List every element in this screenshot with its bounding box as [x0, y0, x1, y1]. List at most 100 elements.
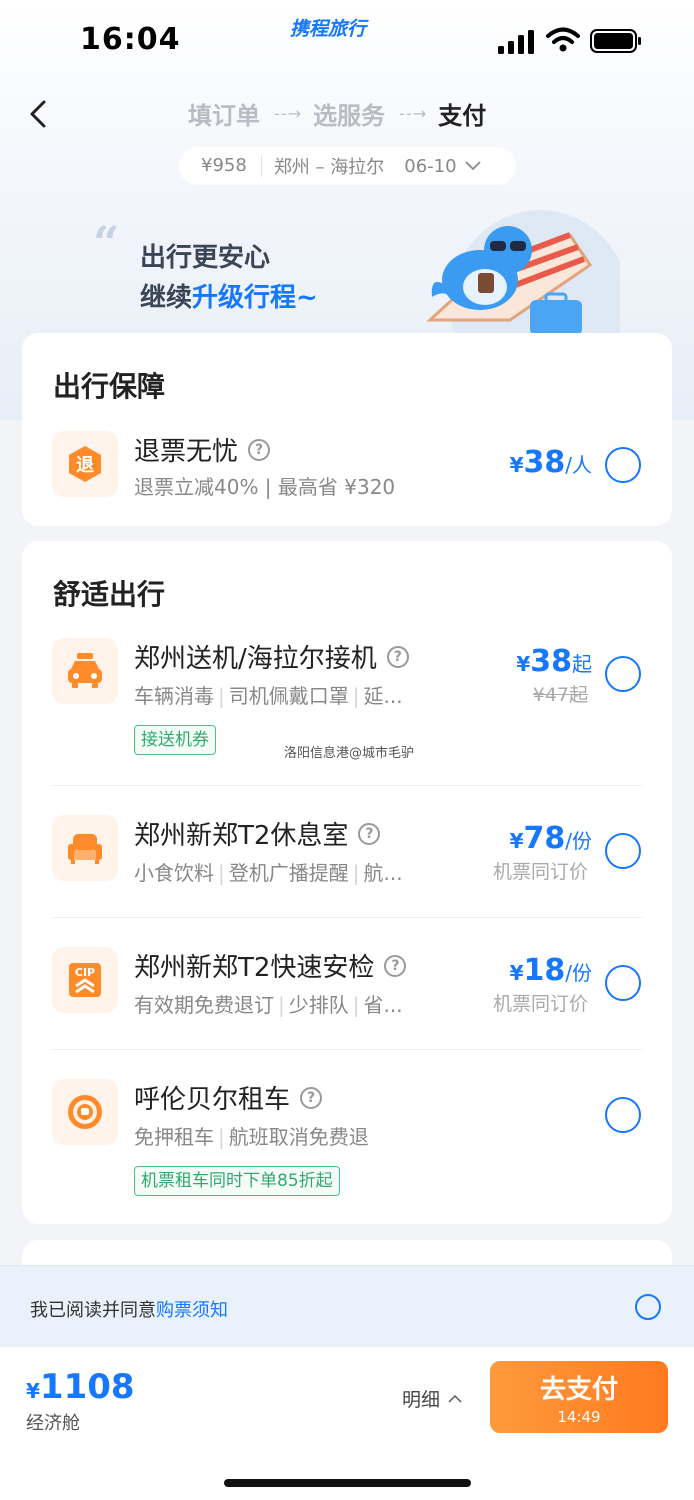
step-payment: 支付 [438, 102, 487, 130]
chevron-up-icon [448, 1394, 462, 1403]
banner-line-2-prefix: 继续 [140, 283, 193, 313]
help-question-icon[interactable]: ? [386, 645, 409, 668]
service-description: 小食饮料 | 登机广播提醒 | 航... [134, 861, 403, 885]
desc-part: 有效期免费退订 [134, 993, 274, 1017]
quote-mark-icon: “ [93, 216, 120, 270]
desc-part: 省... [363, 993, 403, 1017]
status-time: 16:04 [80, 22, 181, 57]
desc-part: 航... [363, 861, 403, 885]
price-unit: /份 [565, 829, 592, 853]
total-amount: 1108 [39, 1367, 135, 1407]
cabin-class: 经济舱 [26, 1413, 80, 1434]
service-price: ¥18/份 [510, 953, 592, 988]
pay-countdown: 14:49 [557, 1408, 601, 1426]
refund-icon: 退 [52, 431, 118, 497]
service-name-text: 郑州送机/海拉尔接机 [134, 644, 377, 674]
chevron-down-icon [464, 161, 481, 171]
car-icon [52, 638, 118, 704]
service-item-fast-security[interactable]: CIP 郑州新郑T2快速安检? 有效期免费退订 | 少排队 | 省... ¥18/份 机… [22, 947, 672, 1017]
top-navigation: 填订单 - - → 选服务 - - → 支付 [0, 90, 694, 136]
brand-name: 携程旅行 [290, 18, 367, 40]
price-currency: ¥ [516, 652, 531, 676]
step-fill-order: 填订单 [188, 102, 260, 130]
service-name-text: 呼伦贝尔租车 [134, 1085, 291, 1115]
refund-icon-text: 退 [76, 455, 94, 476]
select-radio[interactable] [605, 447, 641, 483]
item-divider [52, 1049, 642, 1050]
steering-wheel-icon [52, 1079, 118, 1145]
ticket-terms-link[interactable]: 购票须知 [156, 1300, 228, 1321]
price-amount: 18 [523, 953, 566, 988]
service-price: ¥78/份 [510, 821, 592, 856]
agreement-prefix: 我已阅读并同意 [30, 1300, 156, 1321]
dolphin-mascot-icon [426, 210, 620, 335]
select-radio[interactable] [605, 1097, 641, 1133]
price-currency: ¥ [509, 453, 524, 477]
trip-route: 郑州 – 海拉尔 [273, 157, 385, 178]
desc-part: 少排队 [288, 993, 349, 1017]
desc-part: 车辆消毒 [134, 684, 214, 708]
upgrade-banner: “ 出行更安心 继续升级行程~ [0, 210, 694, 335]
wifi-icon [546, 27, 580, 52]
help-question-icon[interactable]: ? [248, 438, 271, 461]
cip-icon-text: CIP [75, 966, 95, 979]
price-amount: 38 [523, 445, 566, 480]
agreement-text: 我已阅读并同意购票须知 [30, 1296, 228, 1322]
help-question-icon[interactable]: ? [300, 1086, 323, 1109]
total-price: ¥1108 [26, 1367, 135, 1407]
comfort-title: 舒适出行 [53, 578, 166, 611]
banner-line-2: 继续升级行程~ [140, 277, 318, 314]
step-arrow-icon: - - → [274, 104, 301, 123]
item-divider [52, 917, 642, 918]
service-name: 郑州新郑T2快速安检? [134, 947, 407, 984]
price-unit: 起 [572, 652, 592, 676]
comfort-card: 舒适出行 郑州送机/海拉尔接机? 车辆消毒 | 司机佩戴口罩 | 延... 接送机券 ¥… [22, 541, 672, 1224]
price-amount: 78 [523, 821, 566, 856]
banner-line-1: 出行更安心 [140, 243, 271, 273]
service-item-lounge[interactable]: 郑州新郑T2休息室? 小食饮料 | 登机广播提醒 | 航... ¥78/份 机票同订价 [22, 815, 672, 885]
pay-button-label: 去支付 [539, 1375, 618, 1405]
step-arrow-icon: - - → [399, 104, 426, 123]
back-arrow-icon[interactable] [22, 94, 56, 134]
service-name: 郑州送机/海拉尔接机? [134, 638, 409, 675]
battery-icon [590, 29, 641, 53]
service-item-airport-transfer[interactable]: 郑州送机/海拉尔接机? 车辆消毒 | 司机佩戴口罩 | 延... 接送机券 ¥38起 ¥… [22, 638, 672, 758]
desc-part: 司机佩戴口罩 [228, 684, 349, 708]
trip-price: ¥958 [179, 155, 262, 177]
price-note: 机票同订价 [492, 861, 588, 883]
home-indicator [224, 1479, 471, 1487]
price-amount: 38 [530, 644, 572, 679]
service-description: 免押租车 | 航班取消免费退 [134, 1125, 369, 1149]
service-name: 呼伦贝尔租车? [134, 1079, 323, 1116]
detail-label: 明细 [402, 1389, 441, 1411]
select-radio[interactable] [605, 833, 641, 869]
pay-button[interactable]: 去支付 14:49 [490, 1361, 668, 1433]
price-unit: /人 [565, 453, 592, 477]
cip-icon: CIP [52, 947, 118, 1013]
service-item-refund[interactable]: 退 退票无忧? 退票立减40% | 最高省 ¥320 ¥38/人 [22, 431, 672, 501]
brand-logo: 携程旅行 [290, 14, 366, 41]
step-select-service: 选服务 [313, 102, 386, 130]
select-radio[interactable] [605, 965, 641, 1001]
service-price: ¥38起 [516, 644, 592, 679]
select-radio[interactable] [605, 656, 641, 692]
guarantee-title: 出行保障 [53, 370, 166, 403]
price-currency: ¥ [509, 961, 524, 985]
banner-tilde: ~ [296, 283, 318, 313]
status-bar: 16:04 携程旅行 [0, 0, 694, 80]
trip-summary-pill[interactable]: ¥958 郑州 – 海拉尔 06-10 [179, 147, 516, 185]
service-description: 有效期免费退订 | 少排队 | 省... [134, 993, 403, 1017]
help-question-icon[interactable]: ? [358, 822, 381, 845]
desc-part: 免押租车 [134, 1125, 214, 1149]
trip-date: 06-10 [404, 155, 457, 177]
desc-part: 延... [363, 684, 403, 708]
desc-part: 小食饮料 [134, 861, 214, 885]
service-item-car-rental[interactable]: 呼伦贝尔租车? 免押租车 | 航班取消免费退 机票租车同时下单85折起 [22, 1079, 672, 1199]
promo-tag: 接送机券 [134, 725, 216, 755]
price-detail-toggle[interactable]: 明细 [402, 1385, 462, 1412]
agreement-checkbox[interactable] [635, 1294, 661, 1320]
help-question-icon[interactable]: ? [384, 954, 407, 977]
watermark: 洛阳信息港@城市毛驴 [284, 746, 415, 761]
sofa-icon [52, 815, 118, 881]
desc-part: 航班取消免费退 [228, 1125, 369, 1149]
